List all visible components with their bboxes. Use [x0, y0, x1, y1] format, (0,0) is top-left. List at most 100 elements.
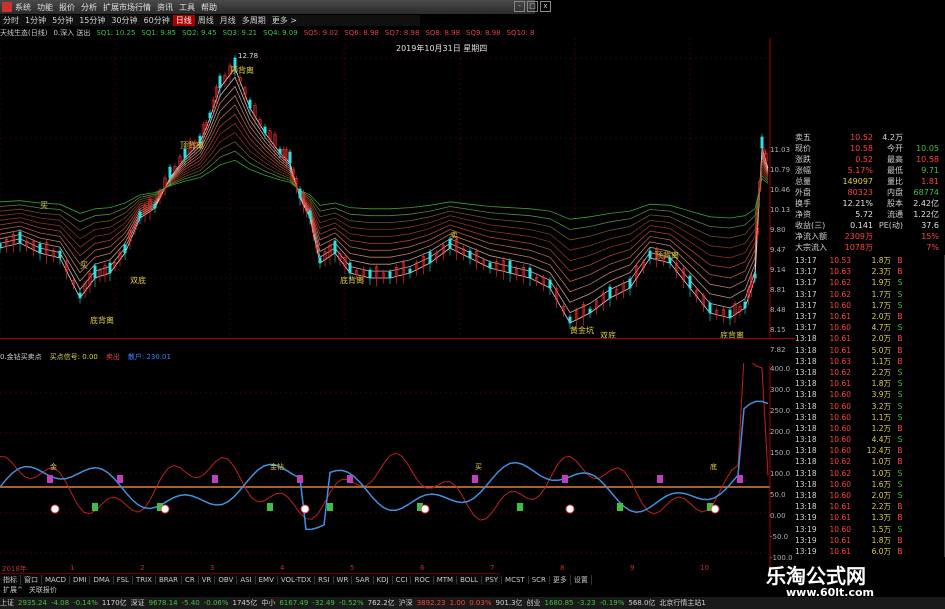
status-item: 3892.23: [416, 599, 446, 607]
indicator-value: SQ4: 9.09: [263, 28, 298, 37]
quote-row: 外盘 80323 内盘 68774: [795, 187, 945, 198]
indicator-tab-cci[interactable]: CCI: [393, 575, 412, 584]
indicator-tab-vol-tdx[interactable]: VOL-TDX: [278, 575, 316, 584]
tick-side: B: [897, 312, 903, 322]
extension-tab-0[interactable]: 扩展^: [0, 585, 26, 595]
time-axis-label: 10: [700, 564, 709, 572]
tick-volume: 5.0万: [871, 345, 891, 355]
minimize-button[interactable]: -: [514, 1, 525, 12]
quote-label: 最低: [887, 166, 903, 175]
chart-annotation: 底背离: [90, 315, 114, 325]
quote-row: 换手 12.21% 股本 2.42亿: [795, 198, 945, 209]
period-tab-7[interactable]: 周线: [195, 15, 217, 26]
indicator-tab-kdj[interactable]: KDJ: [374, 575, 393, 584]
menu-item-6[interactable]: 工具: [179, 2, 201, 13]
indicator-tab-emv[interactable]: EMV: [256, 575, 278, 584]
sub-indicator-value: 买点信号: 0.00: [49, 353, 98, 361]
period-tab-3[interactable]: 15分钟: [76, 15, 108, 26]
menu-item-4[interactable]: 扩展市场行情: [103, 2, 157, 13]
marker-label: 底: [710, 462, 717, 471]
menu-item-7[interactable]: 帮助: [201, 2, 223, 13]
indicator-tab-fsl[interactable]: FSL: [114, 575, 133, 584]
tick-row: 13:17 10.53 1.8万 B: [795, 255, 945, 267]
indicator-tab-sar[interactable]: SAR: [352, 575, 374, 584]
indicator-tab-roc[interactable]: ROC: [411, 575, 434, 584]
tick-row: 13:18 10.60 1.6万 S: [795, 478, 945, 490]
status-item: 北京行情主站1: [659, 599, 706, 607]
period-tab-1[interactable]: 1分钟: [22, 15, 49, 26]
indicator-tab-mtm[interactable]: MTM: [434, 575, 458, 584]
quote-row: 净资 5.72 流通 1.22亿: [795, 209, 945, 220]
quote-row: 涨跌 0.52 最高 10.58: [795, 154, 945, 165]
indicator-tab-窗口[interactable]: 窗口: [21, 574, 42, 585]
indicator-tab-trix[interactable]: TRIX: [133, 575, 156, 584]
period-tab-5[interactable]: 60分钟: [141, 15, 173, 26]
indicator-tab-asi[interactable]: ASI: [237, 575, 256, 584]
period-tab-2[interactable]: 5分钟: [49, 15, 76, 26]
menu-item-3[interactable]: 分析: [81, 2, 103, 13]
tick-row: 13:17 10.60 1.7万 S: [795, 299, 945, 311]
indicator-tab-mcst[interactable]: MCST: [502, 575, 529, 584]
tick-list: 13:17 10.53 1.8万 B 13:17 10.63 2.3万 B 13:17 10.62…: [795, 255, 945, 558]
tick-side: B: [897, 513, 903, 523]
indicator-tab-dma[interactable]: DMA: [90, 575, 114, 584]
indicator-tab-vr[interactable]: VR: [199, 575, 216, 584]
menu-item-2[interactable]: 报价: [59, 2, 81, 13]
indicator-tab-psy[interactable]: PSY: [482, 575, 503, 584]
period-tab-9[interactable]: 多周期: [239, 15, 269, 26]
period-tab-0[interactable]: 分时: [0, 15, 22, 26]
indicator-tab-设置[interactable]: 设置: [571, 574, 592, 585]
indicator-tabs: 指标 窗口 MACD DMI DMA FSL TRIX BRAR CR VR OBV ASI EMV VO…: [0, 573, 592, 585]
tick-side: B: [897, 457, 903, 467]
indicator-tab-brar[interactable]: BRAR: [156, 575, 182, 584]
period-tab-8[interactable]: 月线: [217, 15, 239, 26]
main-kline-chart[interactable]: 买底背离双底顶背离顶背离底背离卖黄金坑顶背离底背离涨停买双底12.78: [0, 38, 795, 338]
indicator-tab-指标[interactable]: 指标: [0, 574, 21, 585]
menu-item-5[interactable]: 资讯: [157, 2, 179, 13]
sub-y-tick-label: 0.00: [770, 512, 786, 520]
indicator-tab-dmi[interactable]: DMI: [70, 575, 91, 584]
y-tick-label: 9.47: [770, 246, 786, 254]
status-item: -0.52%: [338, 599, 364, 607]
candle-body: [753, 273, 757, 279]
indicator-tab-obv[interactable]: OBV: [215, 575, 238, 584]
tick-side: B: [897, 446, 903, 456]
indicator-tab-macd[interactable]: MACD: [42, 575, 70, 584]
extension-tab-1[interactable]: 关联报价: [26, 585, 60, 595]
quote-value: 10.52: [850, 133, 873, 142]
menu-item-0[interactable]: 系统: [15, 2, 37, 13]
indicator-tab-cr[interactable]: CR: [182, 575, 199, 584]
quote-rows: 卖五 10.52 4.2万 现价 10.58 今开 10.05 涨跌 0.52 最高 10.58 涨幅…: [795, 132, 945, 253]
tick-price: 10.63: [829, 356, 851, 366]
candle-body: [348, 262, 352, 274]
quote-label: 总量: [795, 177, 811, 186]
indicator-tab-wr[interactable]: WR: [334, 575, 353, 584]
maximize-button[interactable]: □: [527, 1, 538, 12]
tick-time: 13:18: [795, 446, 817, 456]
sub-indicator-chart[interactable]: 金 金钻 买 底: [0, 363, 795, 573]
tick-time: 13:19: [795, 513, 817, 523]
period-tab-6[interactable]: 日线: [172, 15, 195, 26]
indicator-tab-更多[interactable]: 更多: [550, 574, 571, 585]
y-tick-label: 11.03: [770, 146, 791, 154]
time-axis-label: 5: [350, 564, 355, 572]
tick-row: 13:18 10.62 1.0万 S: [795, 467, 945, 479]
quote-row: 净流入额 2309万 15%: [795, 231, 945, 242]
close-button[interactable]: x: [540, 1, 551, 12]
candle-body: [18, 231, 22, 244]
period-tab-4[interactable]: 30分钟: [108, 15, 140, 26]
indicator-tab-rsi[interactable]: RSI: [315, 575, 334, 584]
quote-value: 10.58: [850, 144, 873, 153]
indicator-tab-boll[interactable]: BOLL: [457, 575, 483, 584]
signal-marker: [472, 475, 478, 483]
tick-volume: 6.0万: [871, 546, 891, 556]
menu-item-1[interactable]: 功能: [37, 2, 59, 13]
candle-body: [408, 268, 412, 274]
tick-price: 10.61: [829, 345, 851, 355]
time-axis-label: 6: [420, 564, 425, 572]
tick-price: 10.61: [829, 513, 851, 523]
period-tab-10[interactable]: 更多 >: [269, 15, 300, 26]
tick-volume: 1.0万: [871, 457, 891, 467]
indicator-tab-scr[interactable]: SCR: [529, 575, 550, 584]
tick-row: 13:17 10.62 1.9万 S: [795, 277, 945, 289]
